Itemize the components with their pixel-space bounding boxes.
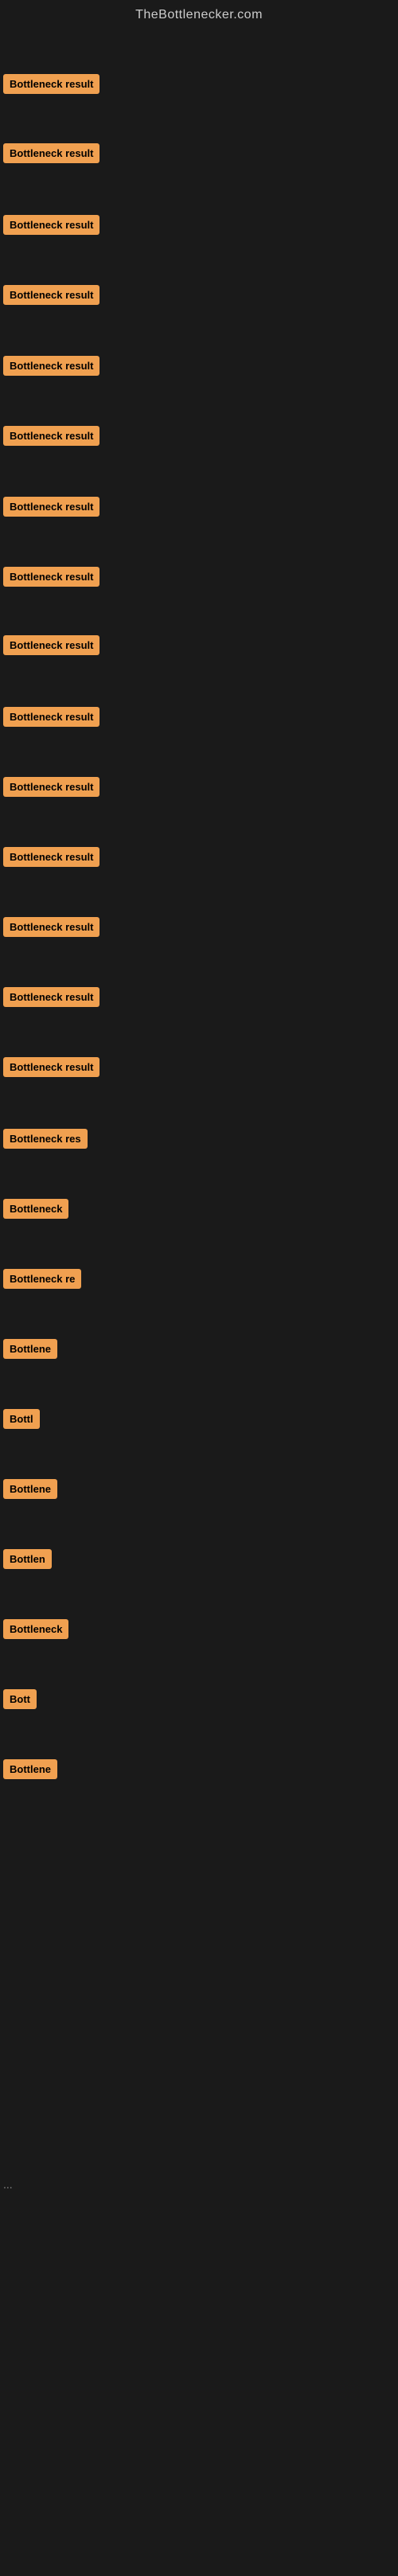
bottleneck-item-15: Bottleneck result bbox=[3, 1057, 100, 1077]
bottleneck-badge-22[interactable]: Bottlen bbox=[3, 1549, 52, 1569]
bottleneck-item-6: Bottleneck result bbox=[3, 426, 100, 446]
bottleneck-badge-21[interactable]: Bottlene bbox=[3, 1479, 57, 1499]
bottleneck-item-11: Bottleneck result bbox=[3, 777, 100, 797]
bottleneck-item-19: Bottlene bbox=[3, 1339, 57, 1359]
bottleneck-item-13: Bottleneck result bbox=[3, 917, 100, 937]
bottleneck-badge-7[interactable]: Bottleneck result bbox=[3, 497, 100, 517]
bottleneck-item-20: Bottl bbox=[3, 1409, 40, 1429]
bottleneck-badge-4[interactable]: Bottleneck result bbox=[3, 285, 100, 305]
bottleneck-item-24: Bott bbox=[3, 1689, 37, 1709]
bottleneck-item-1: Bottleneck result bbox=[3, 74, 100, 94]
bottleneck-item-8: Bottleneck result bbox=[3, 567, 100, 587]
bottleneck-badge-8[interactable]: Bottleneck result bbox=[3, 567, 100, 587]
bottleneck-item-17: Bottleneck bbox=[3, 1199, 68, 1219]
bottleneck-badge-16[interactable]: Bottleneck res bbox=[3, 1129, 88, 1149]
bottleneck-badge-20[interactable]: Bottl bbox=[3, 1409, 40, 1429]
ellipsis-text: ... bbox=[3, 2178, 13, 2191]
bottleneck-item-7: Bottleneck result bbox=[3, 497, 100, 517]
bottleneck-badge-10[interactable]: Bottleneck result bbox=[3, 707, 100, 727]
bottleneck-item-18: Bottleneck re bbox=[3, 1269, 81, 1289]
bottleneck-item-9: Bottleneck result bbox=[3, 635, 100, 655]
bottleneck-badge-11[interactable]: Bottleneck result bbox=[3, 777, 100, 797]
bottleneck-item-21: Bottlene bbox=[3, 1479, 57, 1499]
bottleneck-badge-18[interactable]: Bottleneck re bbox=[3, 1269, 81, 1289]
site-title: TheBottlenecker.com bbox=[0, 0, 398, 29]
ellipsis-indicator: ... bbox=[3, 2178, 13, 2192]
bottleneck-item-16: Bottleneck res bbox=[3, 1129, 88, 1153]
bottleneck-item-25: Bottlene bbox=[3, 1759, 57, 1779]
bottleneck-item-10: Bottleneck result bbox=[3, 707, 100, 727]
bottleneck-badge-25[interactable]: Bottlene bbox=[3, 1759, 57, 1779]
bottleneck-badge-12[interactable]: Bottleneck result bbox=[3, 847, 100, 867]
bottleneck-badge-19[interactable]: Bottlene bbox=[3, 1339, 57, 1359]
bottleneck-badge-5[interactable]: Bottleneck result bbox=[3, 356, 100, 376]
bottleneck-item-14: Bottleneck result bbox=[3, 987, 100, 1007]
bottleneck-badge-14[interactable]: Bottleneck result bbox=[3, 987, 100, 1007]
page-container: TheBottlenecker.com Bottleneck result Bo… bbox=[0, 0, 398, 2576]
bottleneck-item-23: Bottleneck bbox=[3, 1619, 68, 1639]
bottleneck-badge-24[interactable]: Bott bbox=[3, 1689, 37, 1709]
bottleneck-item-12: Bottleneck result bbox=[3, 847, 100, 867]
bottleneck-badge-3[interactable]: Bottleneck result bbox=[3, 215, 100, 235]
bottleneck-badge-13[interactable]: Bottleneck result bbox=[3, 917, 100, 937]
bottleneck-badge-9[interactable]: Bottleneck result bbox=[3, 635, 100, 655]
bottleneck-item-2: Bottleneck result bbox=[3, 143, 100, 163]
bottleneck-badge-23[interactable]: Bottleneck bbox=[3, 1619, 68, 1639]
bottleneck-badge-1[interactable]: Bottleneck result bbox=[3, 74, 100, 94]
bottleneck-badge-2[interactable]: Bottleneck result bbox=[3, 143, 100, 163]
bottleneck-item-4: Bottleneck result bbox=[3, 285, 100, 305]
bottleneck-badge-17[interactable]: Bottleneck bbox=[3, 1199, 68, 1219]
bottleneck-item-3: Bottleneck result bbox=[3, 215, 100, 235]
bottleneck-item-22: Bottlen bbox=[3, 1549, 52, 1569]
bottleneck-item-5: Bottleneck result bbox=[3, 356, 100, 376]
bottleneck-badge-15[interactable]: Bottleneck result bbox=[3, 1057, 100, 1077]
bottleneck-badge-6[interactable]: Bottleneck result bbox=[3, 426, 100, 446]
